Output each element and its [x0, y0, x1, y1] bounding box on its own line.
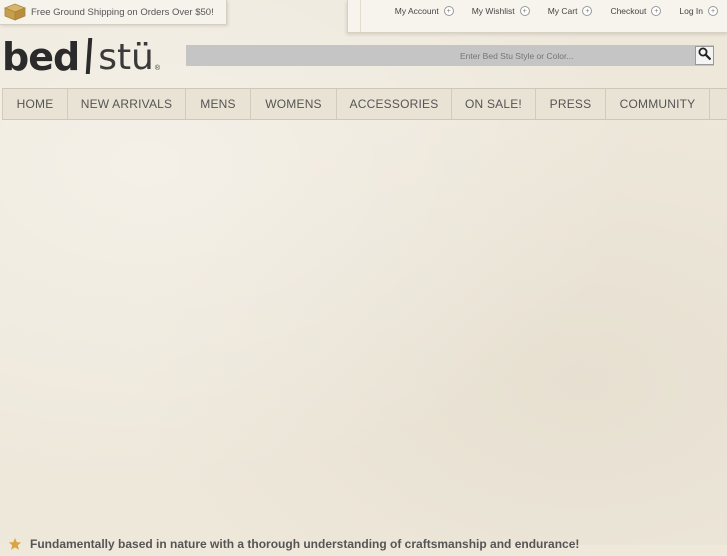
- nav-new-arrivals-label: NEW ARRIVALS: [80, 97, 173, 111]
- checkout-link[interactable]: Checkout +: [610, 6, 662, 16]
- nav-on-sale-label: ON SALE!: [465, 97, 522, 111]
- login-link[interactable]: Log In +: [679, 6, 718, 16]
- my-wishlist-link[interactable]: My Wishlist +: [472, 6, 530, 16]
- nav-press-label: PRESS: [549, 97, 592, 111]
- nav-home[interactable]: HOME: [2, 89, 68, 119]
- nav-new-arrivals[interactable]: NEW ARRIVALS: [68, 89, 186, 119]
- tagline-text: Fundamentally based in nature with a tho…: [30, 537, 580, 551]
- logo-text-bed: bed: [2, 35, 80, 79]
- truck-icon: [2, 1, 28, 23]
- main-nav: HOME NEW ARRIVALS MENS WOMENS ACCESSORIE…: [2, 88, 727, 120]
- nav-press[interactable]: PRESS: [536, 89, 606, 119]
- logo-text-stu: stü: [98, 37, 154, 78]
- plus-icon: +: [443, 6, 454, 16]
- search-button[interactable]: [695, 46, 714, 65]
- tagline: Fundamentally based in nature with a tho…: [8, 537, 579, 551]
- account-bar: My Account + My Wishlist + My Cart + Che…: [347, 0, 727, 33]
- site-logo[interactable]: bed stü ®: [2, 32, 160, 76]
- nav-on-sale[interactable]: ON SALE!: [452, 89, 536, 119]
- my-cart-link[interactable]: My Cart +: [548, 6, 593, 16]
- nav-mens-label: MENS: [200, 97, 236, 111]
- plus-icon: +: [582, 6, 593, 16]
- logo-registered-mark: ®: [154, 65, 161, 72]
- nav-womens-label: WOMENS: [265, 97, 322, 111]
- shipping-banner[interactable]: Free Ground Shipping on Orders Over $50!: [0, 0, 227, 25]
- page-background: [0, 0, 727, 545]
- star-icon: [8, 537, 22, 551]
- my-account-label: My Account: [394, 6, 439, 16]
- nav-mens[interactable]: MENS: [186, 89, 251, 119]
- search-input[interactable]: [460, 49, 688, 63]
- nav-home-label: HOME: [16, 97, 54, 111]
- shipping-banner-text: Free Ground Shipping on Orders Over $50!: [31, 6, 214, 18]
- my-wishlist-label: My Wishlist: [471, 6, 515, 16]
- nav-womens[interactable]: WOMENS: [251, 89, 337, 119]
- plus-icon: +: [519, 6, 530, 16]
- logo-divider: [85, 38, 93, 74]
- checkout-label: Checkout: [610, 6, 647, 16]
- nav-accessories[interactable]: ACCESSORIES: [337, 89, 452, 119]
- nav-accessories-label: ACCESSORIES: [349, 97, 439, 111]
- plus-icon: +: [708, 6, 718, 16]
- plus-icon: +: [651, 6, 662, 16]
- nav-community-label: COMMUNITY: [619, 97, 696, 111]
- my-account-link[interactable]: My Account +: [395, 6, 454, 16]
- my-cart-label: My Cart: [547, 6, 578, 16]
- search-icon: [698, 47, 711, 65]
- login-label: Log In: [679, 6, 703, 16]
- nav-community[interactable]: COMMUNITY: [606, 89, 710, 119]
